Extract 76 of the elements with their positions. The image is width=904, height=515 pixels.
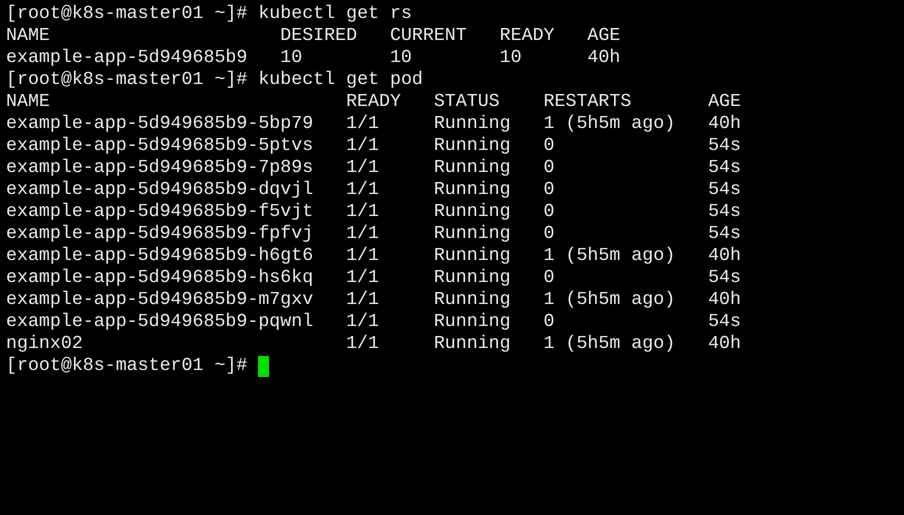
- column-header: STATUS: [434, 91, 501, 113]
- table-cell-text: 1/1: [346, 267, 380, 289]
- table-cell-text: Running: [434, 135, 512, 157]
- table-cell-text: 54s: [708, 157, 742, 179]
- table-cell-text: example-app-5d949685b9-dqvjl: [6, 179, 314, 201]
- table-cell-text: example-app-5d949685b9-7p89s: [6, 157, 314, 179]
- table-cell-text: 1/1: [346, 289, 380, 311]
- table-cell-text: Running: [434, 333, 512, 355]
- table-cell-text: example-app-5d949685b9-f5vjt: [6, 201, 314, 223]
- table-cell-text: 1/1: [346, 157, 380, 179]
- table-cell-text: Running: [434, 267, 512, 289]
- column-header: AGE: [708, 91, 742, 113]
- table-cell-text: 1/1: [346, 311, 380, 333]
- table-cell-text: 54s: [708, 223, 742, 245]
- table-cell-text: 40h: [708, 289, 742, 311]
- table-cell-text: example-app-5d949685b9: [6, 47, 248, 69]
- table-cell-text: 40h: [708, 245, 742, 267]
- table-cell-text: 10: [280, 47, 304, 69]
- table-cell-text: 0: [544, 311, 556, 333]
- table-cell-text: example-app-5d949685b9-5bp79: [6, 113, 314, 135]
- table-cell-text: 40h: [708, 333, 742, 355]
- table-cell-text: nginx02: [6, 333, 84, 355]
- column-header: READY: [500, 25, 556, 47]
- table-cell-text: 10: [500, 47, 523, 69]
- command-text: kubectl get pod: [258, 69, 423, 91]
- table-cell-text: 1 (5h5m ago): [544, 333, 676, 355]
- column-header: NAME: [6, 91, 51, 113]
- shell-prompt: [root@k8s-master01 ~]#: [6, 3, 248, 25]
- column-header: CURRENT: [390, 25, 468, 47]
- table-cell-text: 1 (5h5m ago): [544, 113, 676, 135]
- table-cell-text: 1 (5h5m ago): [544, 245, 676, 267]
- table-cell-text: 0: [544, 267, 556, 289]
- table-cell-text: 0: [544, 223, 556, 245]
- table-cell-text: Running: [434, 113, 512, 135]
- column-header: DESIRED: [280, 25, 358, 47]
- table-cell-text: 54s: [708, 179, 742, 201]
- command-text: kubectl get rs: [258, 3, 412, 25]
- table-cell-text: 40h: [708, 113, 742, 135]
- table-cell-text: example-app-5d949685b9-fpfvj: [6, 223, 314, 245]
- column-header: AGE: [587, 25, 622, 47]
- table-cell-text: Running: [434, 289, 512, 311]
- table-cell-text: 54s: [708, 311, 742, 333]
- table-cell-text: Running: [434, 311, 512, 333]
- table-cell-text: Running: [434, 201, 512, 223]
- table-cell-text: 54s: [708, 201, 742, 223]
- table-cell-text: 0: [544, 157, 556, 179]
- cursor-block: [258, 356, 270, 376]
- table-cell-text: example-app-5d949685b9-pqwnl: [6, 311, 314, 333]
- table-cell-text: 40h: [587, 47, 622, 69]
- table-cell-text: example-app-5d949685b9-h6gt6: [6, 245, 314, 267]
- table-cell-text: Running: [434, 245, 512, 267]
- table-cell-text: 1/1: [346, 245, 380, 267]
- table-cell-text: 54s: [708, 135, 742, 157]
- table-cell-text: Running: [434, 179, 512, 201]
- shell-prompt: [root@k8s-master01 ~]#: [6, 69, 248, 91]
- table-cell-text: 0: [544, 135, 556, 157]
- table-cell-text: 1/1: [346, 201, 380, 223]
- table-cell-text: 0: [544, 201, 556, 223]
- table-cell-text: example-app-5d949685b9-5ptvs: [6, 135, 314, 157]
- table-cell-text: 1/1: [346, 135, 380, 157]
- table-cell-text: 1/1: [346, 113, 380, 135]
- table-cell-text: example-app-5d949685b9-m7gxv: [6, 289, 314, 311]
- table-cell-text: 1/1: [346, 333, 380, 355]
- table-cell-text: example-app-5d949685b9-hs6kq: [6, 267, 314, 289]
- table-cell-text: 0: [544, 179, 556, 201]
- table-cell-text: 54s: [708, 267, 742, 289]
- table-cell-text: 1/1: [346, 179, 380, 201]
- column-header: RESTARTS: [544, 91, 632, 113]
- table-cell-text: Running: [434, 223, 512, 245]
- table-cell-text: 10: [390, 47, 413, 69]
- column-header: NAME: [6, 25, 51, 47]
- table-cell-text: 1 (5h5m ago): [544, 289, 676, 311]
- table-cell-text: Running: [434, 157, 512, 179]
- table-cell-text: 1/1: [346, 223, 380, 245]
- shell-prompt: [root@k8s-master01 ~]#: [6, 355, 248, 377]
- column-header: READY: [346, 91, 402, 113]
